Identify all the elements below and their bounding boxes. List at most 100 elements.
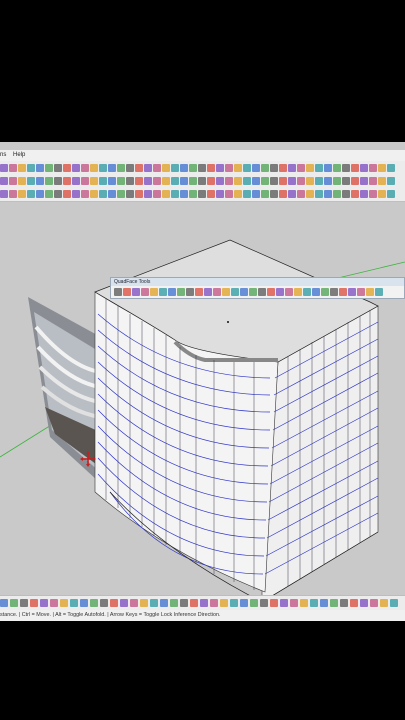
toolbar-tool-icon[interactable] (162, 190, 170, 198)
toolbar-tool-icon[interactable] (72, 190, 80, 198)
toolbar-tool-icon[interactable] (216, 177, 224, 185)
toolbar-tool-icon[interactable] (81, 190, 89, 198)
toolbar-tool-icon[interactable] (40, 599, 48, 607)
toolbar-tool-icon[interactable] (216, 164, 224, 172)
toolbar-tool-icon[interactable] (369, 164, 377, 172)
toolbar-tool-icon[interactable] (144, 190, 152, 198)
toolbar-tool-icon[interactable] (310, 599, 318, 607)
toolbar-tool-icon[interactable] (54, 190, 62, 198)
toolbar-tool-icon[interactable] (225, 164, 233, 172)
toolbar-tool-icon[interactable] (306, 164, 314, 172)
toolbar-tool-icon[interactable] (387, 177, 395, 185)
toolbar-tool-icon[interactable] (279, 164, 287, 172)
toolbar-tool-icon[interactable] (300, 599, 308, 607)
toolbar-tool-icon[interactable] (20, 599, 28, 607)
toolbar-tool-icon[interactable] (18, 177, 26, 185)
toolbar-tool-icon[interactable] (294, 288, 302, 296)
toolbar-tool-icon[interactable] (288, 190, 296, 198)
toolbar-tool-icon[interactable] (99, 177, 107, 185)
toolbar-tool-icon[interactable] (117, 190, 125, 198)
toolbar-tool-icon[interactable] (27, 164, 35, 172)
toolbar-tool-icon[interactable] (306, 177, 314, 185)
toolbar-tool-icon[interactable] (360, 599, 368, 607)
toolbar-tool-icon[interactable] (0, 164, 8, 172)
toolbar-tool-icon[interactable] (45, 164, 53, 172)
toolbar-tool-icon[interactable] (360, 164, 368, 172)
toolbar-tool-icon[interactable] (198, 190, 206, 198)
toolbar-tool-icon[interactable] (230, 599, 238, 607)
toolbar-tool-icon[interactable] (240, 599, 248, 607)
toolbar-tool-icon[interactable] (90, 190, 98, 198)
toolbar-tool-icon[interactable] (171, 164, 179, 172)
toolbar-tool-icon[interactable] (180, 164, 188, 172)
toolbar-tool-icon[interactable] (270, 164, 278, 172)
toolbar-tool-icon[interactable] (190, 599, 198, 607)
toolbar-tool-icon[interactable] (222, 288, 230, 296)
toolbar-tool-icon[interactable] (279, 190, 287, 198)
toolbar-tool-icon[interactable] (380, 599, 388, 607)
toolbar-tool-icon[interactable] (135, 177, 143, 185)
toolbar-tool-icon[interactable] (0, 190, 8, 198)
toolbar-tool-icon[interactable] (312, 288, 320, 296)
toolbar-tool-icon[interactable] (110, 599, 118, 607)
toolbar-tool-icon[interactable] (70, 599, 78, 607)
toolbar-tool-icon[interactable] (132, 288, 140, 296)
toolbar-tool-icon[interactable] (108, 177, 116, 185)
toolbar-tool-icon[interactable] (387, 190, 395, 198)
toolbar-tool-icon[interactable] (243, 164, 251, 172)
toolbar-tool-icon[interactable] (250, 599, 258, 607)
toolbar-tool-icon[interactable] (126, 190, 134, 198)
toolbar-tool-icon[interactable] (108, 164, 116, 172)
toolbar-tool-icon[interactable] (80, 599, 88, 607)
toolbar-tool-icon[interactable] (30, 599, 38, 607)
toolbar-tool-icon[interactable] (99, 164, 107, 172)
toolbar-tool-icon[interactable] (99, 190, 107, 198)
toolbar-tool-icon[interactable] (324, 164, 332, 172)
toolbar-tool-icon[interactable] (50, 599, 58, 607)
toolbar-tool-icon[interactable] (18, 190, 26, 198)
toolbar-tool-icon[interactable] (189, 164, 197, 172)
toolbar-tool-icon[interactable] (135, 190, 143, 198)
toolbar-tool-icon[interactable] (0, 177, 8, 185)
toolbar-tool-icon[interactable] (72, 177, 80, 185)
toolbar-tool-icon[interactable] (171, 190, 179, 198)
toolbar-tool-icon[interactable] (63, 190, 71, 198)
toolbar-tool-icon[interactable] (130, 599, 138, 607)
toolbar-tool-icon[interactable] (117, 177, 125, 185)
toolbar-tool-icon[interactable] (290, 599, 298, 607)
toolbar-tool-icon[interactable] (18, 164, 26, 172)
toolbar-tool-icon[interactable] (234, 164, 242, 172)
toolbar-tool-icon[interactable] (350, 599, 358, 607)
toolbar-tool-icon[interactable] (340, 599, 348, 607)
toolbar-tool-icon[interactable] (351, 164, 359, 172)
toolbar-tool-icon[interactable] (225, 190, 233, 198)
toolbar-tool-icon[interactable] (189, 177, 197, 185)
toolbar-tool-icon[interactable] (126, 177, 134, 185)
toolbar-tool-icon[interactable] (198, 164, 206, 172)
scene-canvas[interactable] (0, 202, 405, 603)
toolbar-tool-icon[interactable] (207, 190, 215, 198)
toolbar-tool-icon[interactable] (162, 164, 170, 172)
toolbar-tool-icon[interactable] (342, 177, 350, 185)
toolbar-tool-icon[interactable] (108, 190, 116, 198)
toolbar-tool-icon[interactable] (63, 177, 71, 185)
toolbar-tool-icon[interactable] (168, 288, 176, 296)
toolbar-tool-icon[interactable] (117, 164, 125, 172)
toolbar-tool-icon[interactable] (36, 177, 44, 185)
toolbar-tool-icon[interactable] (195, 288, 203, 296)
toolbar-tool-icon[interactable] (207, 177, 215, 185)
toolbar-tool-icon[interactable] (320, 599, 328, 607)
toolbar-tool-icon[interactable] (270, 190, 278, 198)
toolbar-tool-icon[interactable] (216, 190, 224, 198)
toolbar-tool-icon[interactable] (378, 164, 386, 172)
toolbar-tool-icon[interactable] (240, 288, 248, 296)
toolbar-tool-icon[interactable] (357, 288, 365, 296)
toolbar-tool-icon[interactable] (144, 164, 152, 172)
toolbar-tool-icon[interactable] (153, 177, 161, 185)
toolbar-tool-icon[interactable] (81, 177, 89, 185)
toolbar-tool-icon[interactable] (135, 164, 143, 172)
toolbar-tool-icon[interactable] (306, 190, 314, 198)
toolbar-tool-icon[interactable] (90, 164, 98, 172)
toolbar-tool-icon[interactable] (351, 177, 359, 185)
toolbar-tool-icon[interactable] (297, 177, 305, 185)
